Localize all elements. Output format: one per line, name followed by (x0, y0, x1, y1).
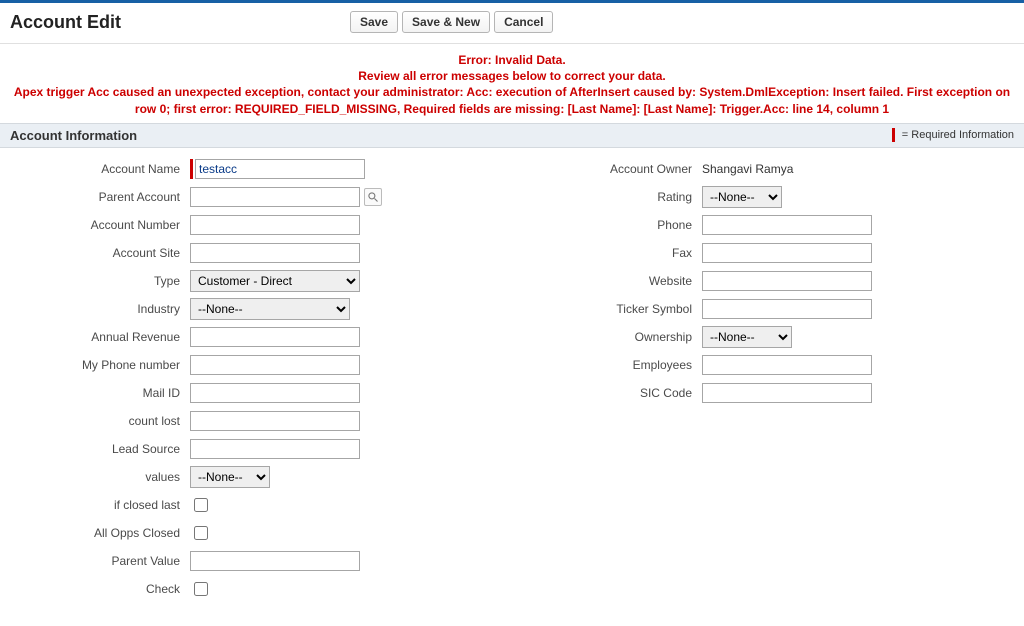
row-account-number: Account Number (0, 214, 512, 236)
values-select[interactable]: --None-- (190, 466, 270, 488)
label-my-phone: My Phone number (0, 358, 190, 372)
row-if-closed-last: if closed last (0, 494, 512, 516)
top-bar: Account Edit Save Save & New Cancel (0, 0, 1024, 44)
label-account-site: Account Site (0, 246, 190, 260)
label-if-closed-last: if closed last (0, 498, 190, 512)
required-note: = Required Information (892, 128, 1014, 142)
row-annual-revenue: Annual Revenue (0, 326, 512, 348)
label-fax: Fax (512, 246, 702, 260)
required-note-text: = Required Information (902, 129, 1014, 141)
row-fax: Fax (512, 242, 1024, 264)
industry-select[interactable]: --None-- (190, 298, 350, 320)
label-employees: Employees (512, 358, 702, 372)
check-checkbox[interactable] (194, 582, 208, 596)
ticker-input[interactable] (702, 299, 872, 319)
section-title: Account Information (10, 128, 137, 143)
right-column: Account Owner Shangavi Ramya Rating --No… (512, 158, 1024, 606)
label-check: Check (0, 582, 190, 596)
sic-input[interactable] (702, 383, 872, 403)
row-rating: Rating --None-- (512, 186, 1024, 208)
mail-id-input[interactable] (190, 383, 360, 403)
row-website: Website (512, 270, 1024, 292)
row-sic: SIC Code (512, 382, 1024, 404)
my-phone-input[interactable] (190, 355, 360, 375)
label-parent-account: Parent Account (0, 190, 190, 204)
row-owner: Account Owner Shangavi Ramya (512, 158, 1024, 180)
owner-value: Shangavi Ramya (702, 162, 793, 176)
type-select[interactable]: Customer - Direct (190, 270, 360, 292)
label-rating: Rating (512, 190, 702, 204)
row-count-lost: count lost (0, 410, 512, 432)
employees-input[interactable] (702, 355, 872, 375)
row-check: Check (0, 578, 512, 600)
label-owner: Account Owner (512, 162, 702, 176)
label-values: values (0, 470, 190, 484)
label-mail-id: Mail ID (0, 386, 190, 400)
label-ownership: Ownership (512, 330, 702, 344)
lookup-icon[interactable] (364, 188, 382, 206)
row-mail-id: Mail ID (0, 382, 512, 404)
ownership-select[interactable]: --None-- (702, 326, 792, 348)
row-ownership: Ownership --None-- (512, 326, 1024, 348)
row-parent-account: Parent Account (0, 186, 512, 208)
row-parent-value: Parent Value (0, 550, 512, 572)
annual-revenue-input[interactable] (190, 327, 360, 347)
row-account-site: Account Site (0, 242, 512, 264)
row-industry: Industry --None-- (0, 298, 512, 320)
lead-source-input[interactable] (190, 439, 360, 459)
count-lost-input[interactable] (190, 411, 360, 431)
row-phone: Phone (512, 214, 1024, 236)
parent-account-input[interactable] (190, 187, 360, 207)
label-phone: Phone (512, 218, 702, 232)
error-line-3: Apex trigger Acc caused an unexpected ex… (6, 84, 1018, 116)
label-industry: Industry (0, 302, 190, 316)
row-account-name: Account Name (0, 158, 512, 180)
save-new-button[interactable]: Save & New (402, 11, 490, 33)
action-buttons: Save Save & New Cancel (350, 11, 553, 33)
fax-input[interactable] (702, 243, 872, 263)
cancel-button[interactable]: Cancel (494, 11, 553, 33)
left-column: Account Name Parent Account Account Numb… (0, 158, 512, 606)
phone-input[interactable] (702, 215, 872, 235)
section-header: Account Information = Required Informati… (0, 123, 1024, 148)
row-lead-source: Lead Source (0, 438, 512, 460)
row-type: Type Customer - Direct (0, 270, 512, 292)
account-number-input[interactable] (190, 215, 360, 235)
parent-value-input[interactable] (190, 551, 360, 571)
error-block: Error: Invalid Data. Review all error me… (0, 44, 1024, 123)
label-annual-revenue: Annual Revenue (0, 330, 190, 344)
row-all-opps-closed: All Opps Closed (0, 522, 512, 544)
website-input[interactable] (702, 271, 872, 291)
label-parent-value: Parent Value (0, 554, 190, 568)
label-sic: SIC Code (512, 386, 702, 400)
required-bar-icon (892, 128, 895, 142)
if-closed-last-checkbox[interactable] (194, 498, 208, 512)
row-my-phone: My Phone number (0, 354, 512, 376)
all-opps-closed-checkbox[interactable] (194, 526, 208, 540)
account-site-input[interactable] (190, 243, 360, 263)
label-website: Website (512, 274, 702, 288)
account-name-input[interactable] (195, 159, 365, 179)
row-values: values --None-- (0, 466, 512, 488)
label-account-number: Account Number (0, 218, 190, 232)
label-ticker: Ticker Symbol (512, 302, 702, 316)
page-title: Account Edit (10, 12, 350, 33)
rating-select[interactable]: --None-- (702, 186, 782, 208)
error-line-2: Review all error messages below to corre… (6, 68, 1018, 84)
row-ticker: Ticker Symbol (512, 298, 1024, 320)
label-lead-source: Lead Source (0, 442, 190, 456)
label-account-name: Account Name (0, 162, 190, 176)
form-area: Account Name Parent Account Account Numb… (0, 148, 1024, 626)
label-all-opps-closed: All Opps Closed (0, 526, 190, 540)
row-employees: Employees (512, 354, 1024, 376)
save-button[interactable]: Save (350, 11, 398, 33)
error-line-1: Error: Invalid Data. (6, 52, 1018, 68)
label-count-lost: count lost (0, 414, 190, 428)
label-type: Type (0, 274, 190, 288)
